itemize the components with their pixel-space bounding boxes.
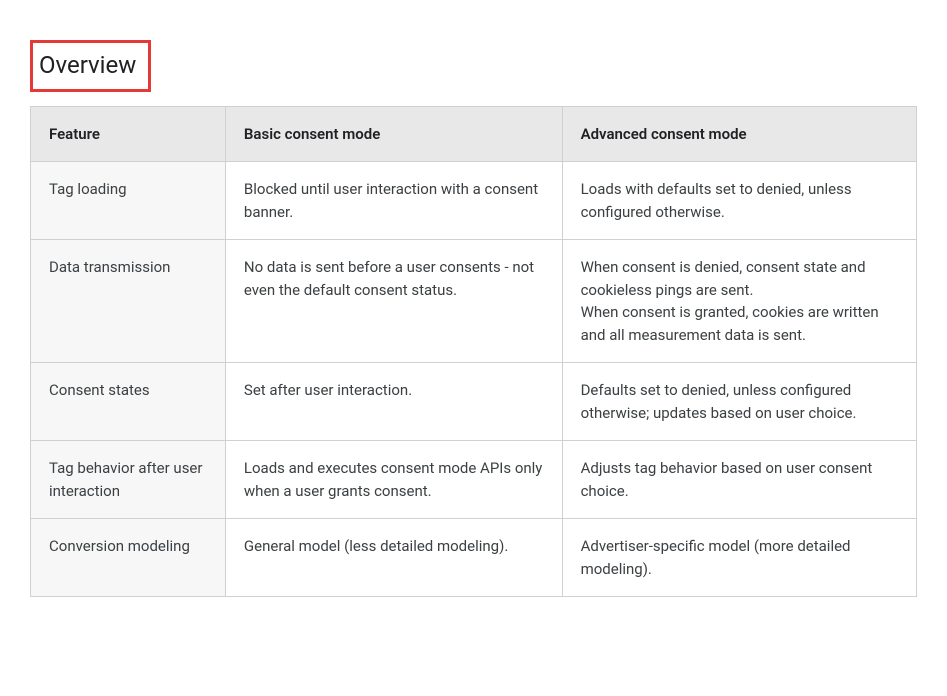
column-header-advanced: Advanced consent mode bbox=[562, 106, 916, 162]
feature-cell: Conversion modeling bbox=[31, 519, 226, 597]
advanced-cell: Defaults set to denied, unless configure… bbox=[562, 363, 916, 441]
table-row: Tag behavior after user interaction Load… bbox=[31, 441, 917, 519]
column-header-basic: Basic consent mode bbox=[225, 106, 562, 162]
table-header-row: Feature Basic consent mode Advanced cons… bbox=[31, 106, 917, 162]
comparison-table: Feature Basic consent mode Advanced cons… bbox=[30, 106, 917, 598]
feature-cell: Tag behavior after user interaction bbox=[31, 441, 226, 519]
basic-cell: Set after user interaction. bbox=[225, 363, 562, 441]
section-heading: Overview bbox=[30, 40, 151, 92]
column-header-feature: Feature bbox=[31, 106, 226, 162]
advanced-cell: Adjusts tag behavior based on user conse… bbox=[562, 441, 916, 519]
basic-cell: Blocked until user interaction with a co… bbox=[225, 162, 562, 240]
advanced-cell: Advertiser-specific model (more detailed… bbox=[562, 519, 916, 597]
table-row: Conversion modeling General model (less … bbox=[31, 519, 917, 597]
basic-cell: No data is sent before a user consents -… bbox=[225, 240, 562, 363]
advanced-cell: Loads with defaults set to denied, unles… bbox=[562, 162, 916, 240]
advanced-cell: When consent is denied, consent state an… bbox=[562, 240, 916, 363]
feature-cell: Consent states bbox=[31, 363, 226, 441]
basic-cell: Loads and executes consent mode APIs onl… bbox=[225, 441, 562, 519]
table-row: Consent states Set after user interactio… bbox=[31, 363, 917, 441]
feature-cell: Tag loading bbox=[31, 162, 226, 240]
table-row: Data transmission No data is sent before… bbox=[31, 240, 917, 363]
table-row: Tag loading Blocked until user interacti… bbox=[31, 162, 917, 240]
feature-cell: Data transmission bbox=[31, 240, 226, 363]
basic-cell: General model (less detailed modeling). bbox=[225, 519, 562, 597]
